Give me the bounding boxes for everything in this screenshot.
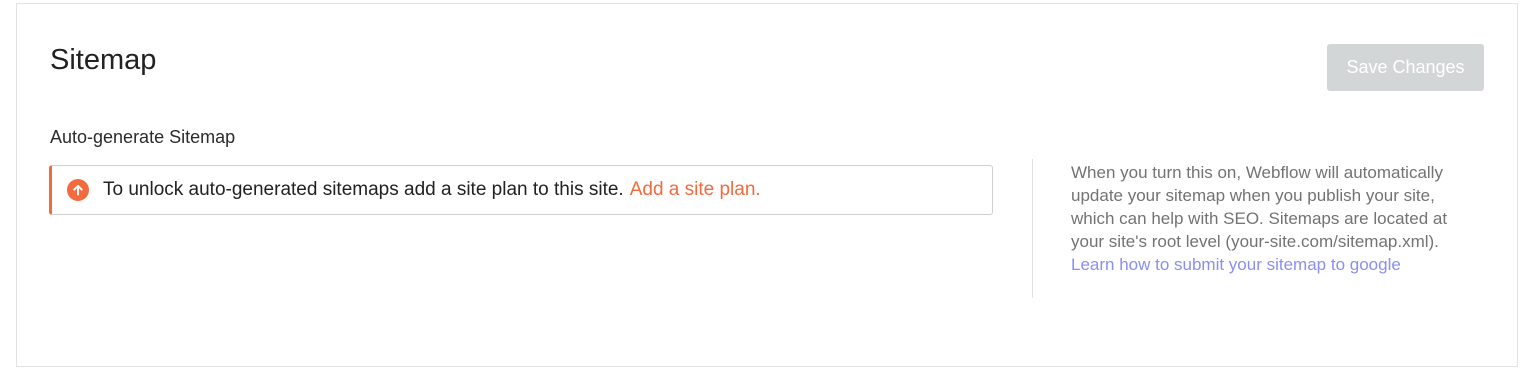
arrow-up-circle-icon: [67, 179, 89, 201]
upgrade-notice: To unlock auto-generated sitemaps add a …: [49, 165, 993, 215]
sitemap-panel: Sitemap Save Changes Auto-generate Sitem…: [16, 3, 1518, 367]
auto-generate-label: Auto-generate Sitemap: [50, 127, 236, 147]
notice-text: To unlock auto-generated sitemaps add a …: [103, 179, 761, 201]
arrow-up-glyph: [73, 184, 83, 196]
vertical-divider: [1032, 159, 1033, 298]
add-site-plan-link[interactable]: Add a site plan.: [630, 179, 761, 200]
help-text: When you turn this on, Webflow will auto…: [1071, 161, 1471, 276]
learn-submit-sitemap-link[interactable]: Learn how to submit your sitemap to goog…: [1071, 255, 1401, 274]
help-description: When you turn this on, Webflow will auto…: [1071, 163, 1448, 251]
page-title: Sitemap: [50, 44, 157, 76]
save-changes-button[interactable]: Save Changes: [1327, 44, 1484, 91]
notice-message: To unlock auto-generated sitemaps add a …: [103, 179, 624, 200]
